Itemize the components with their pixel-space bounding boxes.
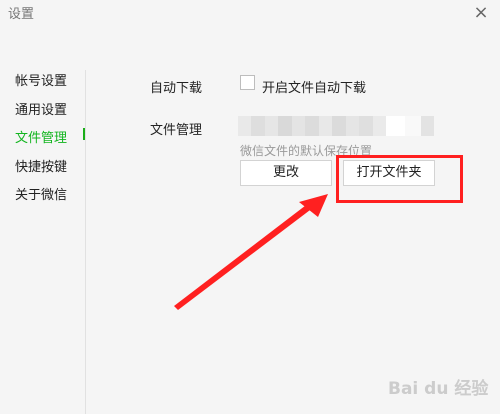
annotation-arrow-shaft (174, 199, 318, 310)
annotation-arrow (174, 194, 328, 310)
watermark: Bai du 经验 (388, 379, 489, 399)
